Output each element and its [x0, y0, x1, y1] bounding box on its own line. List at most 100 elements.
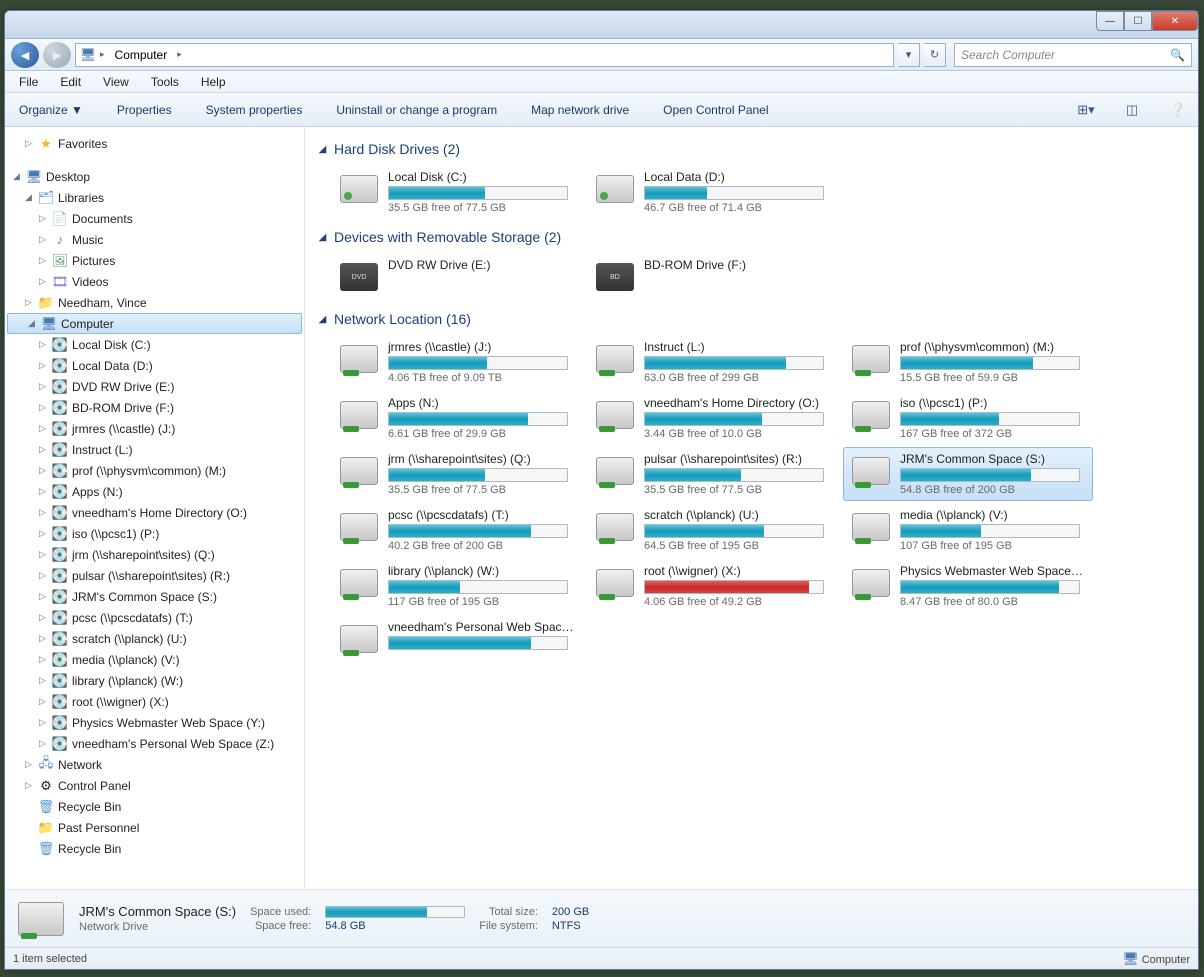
tree-drive-item[interactable]: ▷💽iso (\\pcsc1) (P:)	[5, 523, 304, 544]
menu-view[interactable]: View	[93, 73, 139, 91]
tree-drive-item[interactable]: ▷💽Local Data (D:)	[5, 355, 304, 376]
tree-recycle-bin[interactable]: 🗑Recycle Bin	[5, 796, 304, 817]
section-removable[interactable]: ◢Devices with Removable Storage (2)	[317, 229, 1186, 245]
tree-past-personnel[interactable]: 📁Past Personnel	[5, 817, 304, 838]
tree-drive-item[interactable]: ▷💽Apps (N:)	[5, 481, 304, 502]
tree-drive-item[interactable]: ▷💽media (\\planck) (V:)	[5, 649, 304, 670]
drive-item[interactable]: Physics Webmaster Web Space (Y:)8.47 GB …	[843, 559, 1093, 613]
tree-control-panel[interactable]: ▷⚙Control Panel	[5, 775, 304, 796]
drive-stat: 35.5 GB free of 77.5 GB	[388, 484, 574, 496]
drive-icon: 💽	[52, 337, 68, 353]
menu-edit[interactable]: Edit	[50, 73, 91, 91]
drive-item[interactable]: scratch (\\planck) (U:)64.5 GB free of 1…	[587, 503, 837, 557]
tree-drive-label: pcsc (\\pcscdatafs) (T:)	[72, 611, 193, 625]
close-button[interactable]: ✕	[1152, 11, 1198, 31]
tree-network[interactable]: ▷🖧Network	[5, 754, 304, 775]
maximize-button[interactable]: ☐	[1124, 11, 1152, 31]
drive-item[interactable]: jrmres (\\castle) (J:)4.06 TB free of 9.…	[331, 335, 581, 389]
tree-music[interactable]: ▷♪Music	[5, 229, 304, 250]
tree-pictures[interactable]: ▷🖼Pictures	[5, 250, 304, 271]
drive-item[interactable]: root (\\wigner) (X:)4.06 GB free of 49.2…	[587, 559, 837, 613]
drive-icon: 💽	[52, 715, 68, 731]
tree-drive-item[interactable]: ▷💽prof (\\physvm\common) (M:)	[5, 460, 304, 481]
tree-drive-item[interactable]: ▷💽BD-ROM Drive (F:)	[5, 397, 304, 418]
refresh-button[interactable]: ↻	[924, 43, 946, 67]
tree-drive-item[interactable]: ▷💽vneedham's Personal Web Space (Z:)	[5, 733, 304, 754]
drive-item[interactable]: DVDDVD RW Drive (E:)	[331, 253, 581, 301]
tree-computer[interactable]: ◢🖥Computer	[7, 313, 302, 334]
forward-button[interactable]: ►	[43, 42, 71, 68]
network-drive-icon	[596, 401, 634, 429]
drive-item[interactable]: pcsc (\\pcscdatafs) (T:)40.2 GB free of …	[331, 503, 581, 557]
tree-drive-item[interactable]: ▷💽jrmres (\\castle) (J:)	[5, 418, 304, 439]
tree-drive-item[interactable]: ▷💽scratch (\\planck) (U:)	[5, 628, 304, 649]
tree-libraries[interactable]: ◢🗂Libraries	[5, 187, 304, 208]
drive-stat: 40.2 GB free of 200 GB	[388, 540, 574, 552]
menu-file[interactable]: File	[9, 73, 48, 91]
drive-item[interactable]: Local Data (D:)46.7 GB free of 71.4 GB	[587, 165, 837, 219]
menu-tools[interactable]: Tools	[141, 73, 189, 91]
drive-name: root (\\wigner) (X:)	[644, 564, 830, 578]
view-mode-button[interactable]: ⊞▾	[1076, 100, 1096, 120]
address-dropdown-button[interactable]: ▾	[898, 43, 920, 67]
drive-item[interactable]: media (\\planck) (V:)107 GB free of 195 …	[843, 503, 1093, 557]
drive-item[interactable]: jrm (\\sharepoint\sites) (Q:)35.5 GB fre…	[331, 447, 581, 501]
system-properties-button[interactable]: System properties	[202, 101, 307, 119]
drive-item[interactable]: pulsar (\\sharepoint\sites) (R:)35.5 GB …	[587, 447, 837, 501]
nav-tree[interactable]: ▷★Favorites ◢🖥Desktop ◢🗂Libraries ▷📄Docu…	[5, 127, 305, 889]
properties-button[interactable]: Properties	[113, 101, 176, 119]
tree-drive-item[interactable]: ▷💽pcsc (\\pcscdatafs) (T:)	[5, 607, 304, 628]
tree-drive-item[interactable]: ▷💽DVD RW Drive (E:)	[5, 376, 304, 397]
tree-drive-item[interactable]: ▷💽root (\\wigner) (X:)	[5, 691, 304, 712]
tree-drive-item[interactable]: ▷💽Local Disk (C:)	[5, 334, 304, 355]
tree-drive-item[interactable]: ▷💽Instruct (L:)	[5, 439, 304, 460]
tree-drive-item[interactable]: ▷💽vneedham's Home Directory (O:)	[5, 502, 304, 523]
tree-user[interactable]: ▷📁Needham, Vince	[5, 292, 304, 313]
uninstall-button[interactable]: Uninstall or change a program	[332, 101, 501, 119]
address-bar[interactable]: 🖥 ▸ Computer ▸	[75, 43, 894, 67]
back-button[interactable]: ◄	[11, 42, 39, 68]
drive-item[interactable]: Local Disk (C:)35.5 GB free of 77.5 GB	[331, 165, 581, 219]
drive-stat: 8.47 GB free of 80.0 GB	[900, 596, 1086, 608]
breadcrumb-segment[interactable]: Computer	[109, 47, 174, 63]
folder-icon: 📁	[38, 820, 54, 836]
menu-help[interactable]: Help	[191, 73, 236, 91]
map-drive-button[interactable]: Map network drive	[527, 101, 633, 119]
drive-stat: 3.44 GB free of 10.0 GB	[644, 428, 830, 440]
drive-item[interactable]: prof (\\physvm\common) (M:)15.5 GB free …	[843, 335, 1093, 389]
tree-drive-label: prof (\\physvm\common) (M:)	[72, 464, 226, 478]
help-icon[interactable]: ❔	[1168, 100, 1188, 120]
drive-item[interactable]: Apps (N:)6.61 GB free of 29.9 GB	[331, 391, 581, 445]
drive-item[interactable]: vneedham's Home Directory (O:)3.44 GB fr…	[587, 391, 837, 445]
tree-favorites[interactable]: ▷★Favorites	[5, 133, 304, 154]
tree-videos[interactable]: ▷🎞Videos	[5, 271, 304, 292]
minimize-button[interactable]: —	[1096, 11, 1124, 31]
drive-icon: 💽	[52, 484, 68, 500]
tree-recycle-bin-2[interactable]: 🗑Recycle Bin	[5, 838, 304, 859]
space-bar	[388, 524, 568, 538]
content-pane[interactable]: ◢Hard Disk Drives (2) Local Disk (C:)35.…	[305, 127, 1198, 889]
tree-drive-item[interactable]: ▷💽JRM's Common Space (S:)	[5, 586, 304, 607]
tree-drive-item[interactable]: ▷💽pulsar (\\sharepoint\sites) (R:)	[5, 565, 304, 586]
drive-item[interactable]: JRM's Common Space (S:)54.8 GB free of 2…	[843, 447, 1093, 501]
recycle-bin-icon: 🗑	[38, 841, 54, 857]
space-bar	[388, 636, 568, 650]
drive-icon: 💽	[52, 526, 68, 542]
tree-desktop[interactable]: ◢🖥Desktop	[5, 166, 304, 187]
drive-item[interactable]: Instruct (L:)63.0 GB free of 299 GB	[587, 335, 837, 389]
search-input[interactable]: Search Computer 🔍	[954, 43, 1192, 67]
tree-drive-item[interactable]: ▷💽Physics Webmaster Web Space (Y:)	[5, 712, 304, 733]
preview-pane-button[interactable]: ◫	[1122, 100, 1142, 120]
drive-item[interactable]: library (\\planck) (W:)117 GB free of 19…	[331, 559, 581, 613]
tree-drive-item[interactable]: ▷💽jrm (\\sharepoint\sites) (Q:)	[5, 544, 304, 565]
control-panel-button[interactable]: Open Control Panel	[659, 101, 772, 119]
tree-documents[interactable]: ▷📄Documents	[5, 208, 304, 229]
section-hdd[interactable]: ◢Hard Disk Drives (2)	[317, 141, 1186, 157]
drive-item[interactable]: iso (\\pcsc1) (P:)167 GB free of 372 GB	[843, 391, 1093, 445]
section-network[interactable]: ◢Network Location (16)	[317, 311, 1186, 327]
drive-item[interactable]: vneedham's Personal Web Space (Z:)	[331, 615, 581, 663]
organize-button[interactable]: Organize ▼	[15, 101, 87, 119]
drive-item[interactable]: BDBD-ROM Drive (F:)	[587, 253, 837, 301]
titlebar[interactable]: — ☐ ✕	[5, 11, 1198, 39]
tree-drive-item[interactable]: ▷💽library (\\planck) (W:)	[5, 670, 304, 691]
